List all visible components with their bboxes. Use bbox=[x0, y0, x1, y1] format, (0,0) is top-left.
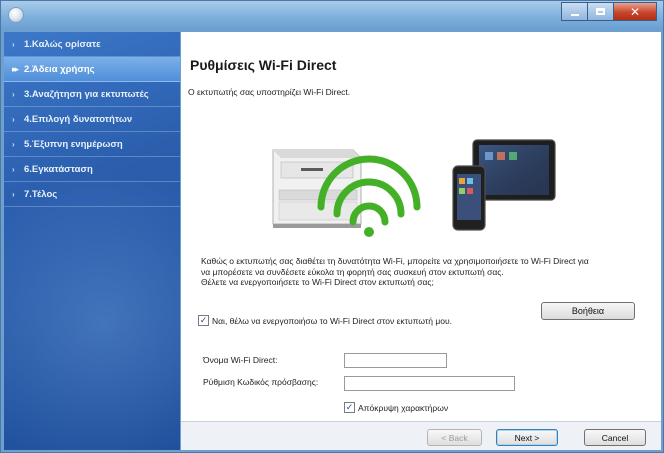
wifi-direct-illustration bbox=[272, 139, 556, 237]
steps-sidebar: › 1.Καλώς ορίσατε ▸▸ 2.Άδεια χρήσης › 3.… bbox=[4, 32, 180, 450]
sidebar-step-welcome: › 1.Καλώς ορίσατε bbox=[4, 32, 180, 57]
maximize-button[interactable] bbox=[587, 2, 613, 21]
checkmark-icon: ✓ bbox=[345, 402, 354, 412]
hide-characters-label: Απόκρυψη χαρακτήρων bbox=[358, 402, 449, 413]
close-button[interactable]: ✕ bbox=[613, 2, 657, 21]
page-title: Ρυθμίσεις Wi-Fi Direct bbox=[190, 57, 337, 73]
close-icon: ✕ bbox=[629, 4, 641, 19]
hide-characters-option[interactable]: ✓ Απόκρυψη χαρακτήρων bbox=[344, 402, 448, 413]
help-button[interactable]: Βοήθεια bbox=[541, 302, 635, 320]
next-button[interactable]: Next > bbox=[496, 429, 558, 446]
maximize-icon bbox=[596, 8, 605, 15]
chevron-right-icon: › bbox=[12, 189, 15, 199]
sidebar-step-label: 5.Έξυπνη ενημέρωση bbox=[24, 138, 123, 150]
description-line: Θέλετε να ενεργοποιήσετε το Wi-Fi Direct… bbox=[201, 277, 434, 287]
sidebar-step-printer-search: › 3.Αναζήτηση για εκτυπωτές bbox=[4, 82, 180, 107]
title-bar[interactable]: ✕ bbox=[1, 1, 663, 30]
sidebar-step-features: › 4.Επιλογή δυνατοτήτων bbox=[4, 107, 180, 132]
sidebar-step-label: 4.Επιλογή δυνατοτήτων bbox=[24, 113, 133, 125]
description-line: να μπορέσετε να συνδέσετε εύκολα τη φορη… bbox=[201, 266, 504, 277]
sidebar-step-license: ▸▸ 2.Άδεια χρήσης bbox=[4, 57, 180, 82]
sidebar-step-install: › 6.Εγκατάσταση bbox=[4, 157, 180, 182]
chevron-right-icon: › bbox=[12, 114, 15, 124]
window-controls: ✕ bbox=[561, 2, 657, 22]
enable-wifi-direct-label: Ναι, θέλω να ενεργοποιήσω το Wi-Fi Direc… bbox=[212, 315, 452, 326]
sidebar-step-label: 1.Καλώς ορίσατε bbox=[24, 38, 101, 50]
wifi-direct-name-label: Όνομα Wi-Fi Direct: bbox=[203, 355, 278, 365]
back-button[interactable]: < Back bbox=[427, 429, 482, 446]
sidebar-step-label: 3.Αναζήτηση για εκτυπωτές bbox=[24, 88, 149, 100]
wifi-direct-description: Καθώς ο εκτυπωτής σας διαθέτει τη δυνατό… bbox=[201, 256, 656, 288]
support-message: Ο εκτυπωτής σας υποστηρίζει Wi-Fi Direct… bbox=[188, 87, 351, 97]
double-chevron-right-icon: ▸▸ bbox=[12, 63, 19, 74]
chevron-right-icon: › bbox=[12, 164, 15, 174]
minimize-button[interactable] bbox=[561, 2, 587, 21]
sidebar-step-finish: › 7.Τέλος bbox=[4, 182, 180, 207]
chevron-right-icon: › bbox=[12, 39, 15, 49]
cancel-button[interactable]: Cancel bbox=[584, 429, 646, 446]
password-field[interactable] bbox=[344, 376, 515, 391]
description-line: Καθώς ο εκτυπωτής σας διαθέτει τη δυνατό… bbox=[201, 256, 589, 266]
chevron-right-icon: › bbox=[12, 89, 15, 99]
navigation-bar: < Back Next > Cancel bbox=[181, 421, 661, 450]
enable-wifi-direct-option[interactable]: ✓ Ναι, θέλω να ενεργοποιήσω το Wi-Fi Dir… bbox=[198, 315, 452, 326]
main-panel: Ρυθμίσεις Wi-Fi Direct Ο εκτυπωτής σας υ… bbox=[181, 32, 661, 421]
smartphone-icon bbox=[452, 165, 486, 231]
password-label: Ρύθμιση Κωδικός πρόσβασης: bbox=[203, 377, 319, 387]
hide-characters-checkbox[interactable]: ✓ bbox=[344, 402, 355, 413]
wifi-direct-name-field[interactable] bbox=[344, 353, 447, 368]
enable-wifi-direct-checkbox[interactable]: ✓ bbox=[198, 315, 209, 326]
chevron-right-icon: › bbox=[12, 139, 15, 149]
sidebar-step-label: 7.Τέλος bbox=[24, 188, 58, 200]
minimize-icon bbox=[570, 13, 579, 16]
installer-window: ✕ › 1.Καλώς ορίσατε ▸▸ 2.Άδεια χρήσης › … bbox=[0, 0, 664, 453]
app-icon bbox=[8, 7, 24, 23]
sidebar-step-smart-update: › 5.Έξυπνη ενημέρωση bbox=[4, 132, 180, 157]
sidebar-step-label: 6.Εγκατάσταση bbox=[24, 163, 93, 175]
sidebar-step-label: 2.Άδεια χρήσης bbox=[24, 63, 95, 75]
checkmark-icon: ✓ bbox=[199, 315, 208, 325]
